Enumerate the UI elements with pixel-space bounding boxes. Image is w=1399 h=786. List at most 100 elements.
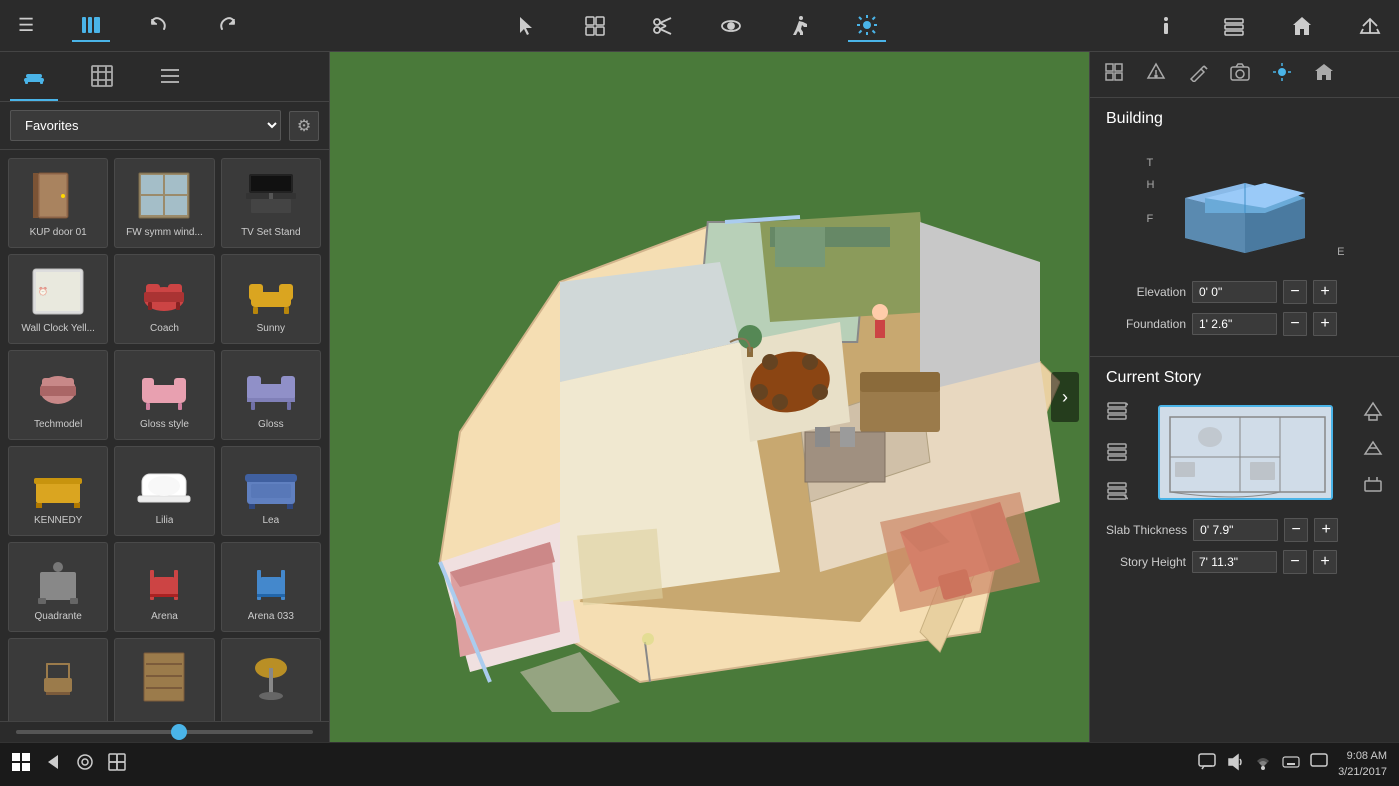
- item-coach[interactable]: Coach: [114, 254, 214, 344]
- story-icon-2[interactable]: [1106, 440, 1128, 467]
- top-toolbar: ☰: [0, 0, 1399, 52]
- item-lea[interactable]: Lea: [221, 446, 321, 536]
- view-button[interactable]: [712, 11, 750, 41]
- item-techmodel[interactable]: Techmodel: [8, 350, 108, 440]
- item-coach-label: Coach: [150, 323, 179, 335]
- item-arena-033[interactable]: Arena 033: [221, 542, 321, 632]
- network-icon[interactable]: [1254, 753, 1272, 776]
- item-chair1[interactable]: [8, 638, 108, 721]
- share-button[interactable]: [1351, 11, 1389, 41]
- item-kennedy[interactable]: KENNEDY: [8, 446, 108, 536]
- item-wall-clock[interactable]: ⏰ Wall Clock Yell...: [8, 254, 108, 344]
- item-kup-door[interactable]: KUP door 01: [8, 158, 108, 248]
- center-canvas[interactable]: ›: [330, 52, 1089, 742]
- item-shelf1[interactable]: [114, 638, 214, 721]
- item-lilia[interactable]: Lilia: [114, 446, 214, 536]
- right-tool-2[interactable]: [1140, 58, 1172, 91]
- slab-thickness-plus[interactable]: +: [1314, 518, 1338, 542]
- right-tool-camera[interactable]: [1224, 58, 1256, 91]
- item-wall-clock-label: Wall Clock Yell...: [21, 323, 95, 335]
- right-panel: Building T H F E: [1089, 52, 1399, 742]
- slab-thickness-row: Slab Thickness − +: [1106, 518, 1383, 542]
- task-view-button[interactable]: [108, 753, 126, 776]
- foundation-plus[interactable]: +: [1313, 312, 1337, 336]
- cortana-button[interactable]: [76, 753, 94, 776]
- taskbar-time-display[interactable]: 9:08 AM 3/21/2017: [1338, 749, 1387, 780]
- keyboard-icon[interactable]: [1282, 753, 1300, 776]
- walk-button[interactable]: [780, 11, 818, 41]
- building-section: Building T H F E: [1090, 98, 1399, 357]
- slab-thickness-minus[interactable]: −: [1284, 518, 1308, 542]
- left-panel: Favorites All Items Recent ⚙ KUP door 01…: [0, 52, 330, 742]
- windows-start-button[interactable]: [12, 753, 30, 776]
- story-icon-3[interactable]: [1106, 479, 1128, 506]
- redo-button[interactable]: [208, 11, 246, 41]
- size-slider-track: [16, 730, 313, 734]
- select-button[interactable]: [508, 11, 546, 41]
- right-tool-pencil[interactable]: [1182, 58, 1214, 91]
- right-tool-sun[interactable]: [1266, 58, 1298, 91]
- item-quadrante[interactable]: Quadrante: [8, 542, 108, 632]
- item-kup-door-label: KUP door 01: [30, 227, 87, 239]
- item-gloss[interactable]: Gloss: [221, 350, 321, 440]
- story-icon-1[interactable]: [1106, 401, 1128, 428]
- notification-icon[interactable]: [1310, 753, 1328, 776]
- info-button[interactable]: [1147, 11, 1185, 41]
- item-gloss-style[interactable]: Gloss style: [114, 350, 214, 440]
- tab-list[interactable]: [146, 58, 194, 101]
- back-button[interactable]: [44, 753, 62, 776]
- floorplan-thumbnail[interactable]: [1158, 405, 1333, 500]
- slab-thickness-input[interactable]: [1193, 519, 1278, 541]
- volume-icon[interactable]: [1226, 753, 1244, 776]
- foundation-input[interactable]: [1192, 313, 1277, 335]
- library-button[interactable]: [72, 10, 110, 42]
- item-tv-stand-label: TV Set Stand: [241, 227, 300, 239]
- item-lamp1[interactable]: [221, 638, 321, 721]
- expand-panel-button[interactable]: ›: [1051, 372, 1079, 422]
- item-fw-window[interactable]: FW symm wind...: [114, 158, 214, 248]
- menu-button[interactable]: ☰: [10, 11, 42, 40]
- category-dropdown[interactable]: Favorites All Items Recent: [10, 110, 281, 141]
- date-display: 3/21/2017: [1338, 765, 1387, 780]
- item-lilia-label: Lilia: [156, 515, 174, 527]
- settings-button[interactable]: ⚙: [289, 111, 319, 141]
- story-height-input[interactable]: [1192, 551, 1277, 573]
- elevation-minus[interactable]: −: [1283, 280, 1307, 304]
- building-3d-svg: [1165, 138, 1325, 258]
- time-display: 9:08 AM: [1347, 749, 1387, 764]
- foundation-minus[interactable]: −: [1283, 312, 1307, 336]
- lighting-button[interactable]: [848, 10, 886, 42]
- building-title: Building: [1106, 110, 1383, 128]
- chat-icon[interactable]: [1198, 753, 1216, 776]
- tab-walls[interactable]: [78, 58, 126, 101]
- item-arena[interactable]: Arena: [114, 542, 214, 632]
- story-height-label: Story Height: [1106, 555, 1186, 569]
- item-fw-window-label: FW symm wind...: [126, 227, 203, 239]
- view-icon-2[interactable]: [1363, 438, 1383, 463]
- item-sunny[interactable]: Sunny: [221, 254, 321, 344]
- taskbar-right: 9:08 AM 3/21/2017: [1198, 749, 1387, 780]
- right-tool-home[interactable]: [1308, 58, 1340, 91]
- story-height-plus[interactable]: +: [1313, 550, 1337, 574]
- view-icon-3[interactable]: [1363, 475, 1383, 500]
- group-button[interactable]: [576, 11, 614, 41]
- item-arena-label: Arena: [151, 611, 178, 623]
- tab-furniture[interactable]: [10, 58, 58, 101]
- story-height-minus[interactable]: −: [1283, 550, 1307, 574]
- story-height-row: Story Height − +: [1106, 550, 1383, 574]
- size-slider-thumb: [171, 724, 187, 740]
- right-tool-1[interactable]: [1098, 58, 1130, 91]
- elevation-plus[interactable]: +: [1313, 280, 1337, 304]
- elevation-input[interactable]: [1192, 281, 1277, 303]
- cut-button[interactable]: [644, 11, 682, 41]
- layers-button[interactable]: [1215, 11, 1253, 41]
- home-button[interactable]: [1283, 11, 1321, 41]
- current-story-section: Current Story: [1090, 357, 1399, 594]
- undo-button[interactable]: [140, 11, 178, 41]
- right-panel-toolbar: [1090, 52, 1399, 98]
- dim-f: F: [1147, 208, 1155, 230]
- item-tv-stand[interactable]: TV Set Stand: [221, 158, 321, 248]
- taskbar: 9:08 AM 3/21/2017: [0, 742, 1399, 786]
- view-icon-1[interactable]: [1363, 401, 1383, 426]
- foundation-label: Foundation: [1106, 317, 1186, 331]
